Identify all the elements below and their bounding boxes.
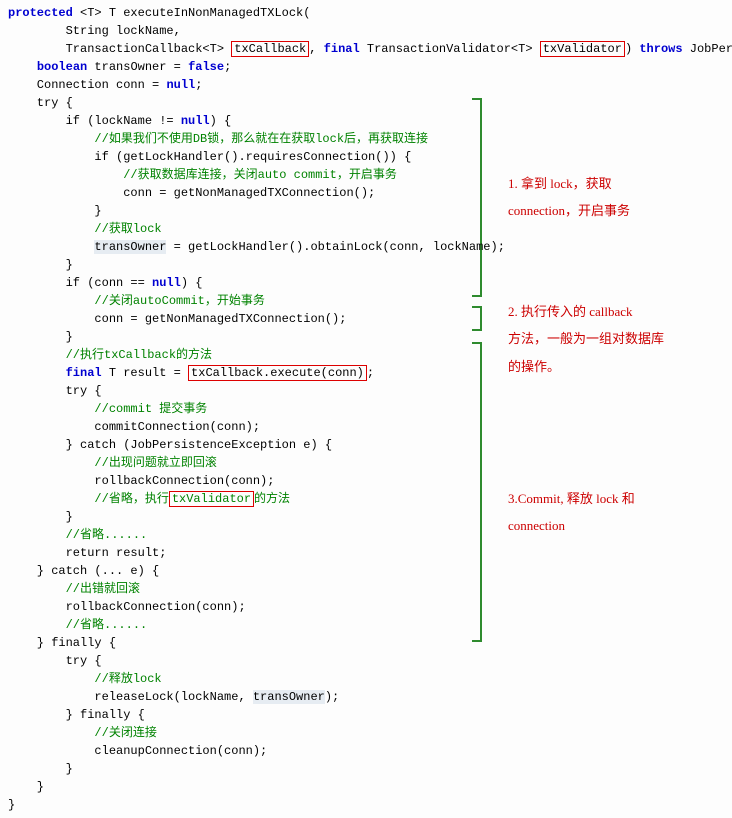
code-text: ) xyxy=(625,42,639,56)
code-text: rollbackConnection(conn); xyxy=(8,600,246,614)
annotation-step1: 1. 拿到 lock，获取 connection，开启事务 xyxy=(508,170,678,225)
comment: 的方法 xyxy=(254,492,290,506)
code-text: } xyxy=(8,258,73,272)
keyword-throws: throws xyxy=(639,42,682,56)
highlight-txvalidator-2: txValidator xyxy=(169,491,254,507)
highlight-txvalidator: txValidator xyxy=(540,41,625,57)
code-text: rollbackConnection(conn); xyxy=(8,474,274,488)
code-text: return result; xyxy=(8,546,166,560)
code-text: String lockName, xyxy=(8,24,181,38)
comment: //执行txCallback的方法 xyxy=(8,348,212,362)
code-text: T result = xyxy=(102,366,188,380)
code-block: protected <T> T executeInNonManagedTXLoc… xyxy=(8,4,724,814)
code-text: TransactionValidator<T> xyxy=(360,42,540,56)
code-text: if (getLockHandler().requiresConnection(… xyxy=(8,150,411,164)
code-text: JobPersistenceException { xyxy=(683,42,732,56)
code-text: ; xyxy=(195,78,202,92)
keyword-final: final xyxy=(66,366,102,380)
annotation-step2-l3: 的操作。 xyxy=(508,353,678,380)
code-text xyxy=(8,366,66,380)
annotation-step1-l1: 1. 拿到 lock，获取 xyxy=(508,170,678,197)
code-text: try { xyxy=(8,654,102,668)
code-text: ); xyxy=(325,690,339,704)
keyword-final: final xyxy=(324,42,360,56)
code-text xyxy=(8,240,94,254)
comment: //关闭autoCommit，开始事务 xyxy=(8,294,265,308)
annotation-step1-l2: connection，开启事务 xyxy=(508,197,678,224)
annotation-step3-l1: 3.Commit, 释放 lock 和 xyxy=(508,485,678,512)
code-text: ; xyxy=(224,60,231,74)
code-text: ; xyxy=(367,366,374,380)
annotation-step2-l2: 方法，一般为一组对数据库 xyxy=(508,325,678,352)
code-text: if (conn == xyxy=(8,276,152,290)
comment: //commit 提交事务 xyxy=(8,402,207,416)
comment: //关闭连接 xyxy=(8,726,157,740)
comment: //获取数据库连接，关闭auto commit，开启事务 xyxy=(8,168,397,182)
highlight-txcallback: txCallback xyxy=(231,41,309,57)
code-text: Connection conn = xyxy=(8,78,166,92)
highlight-execute-call: txCallback.execute(conn) xyxy=(188,365,367,381)
annotation-step3-l2: connection xyxy=(508,512,678,539)
code-text: , xyxy=(309,42,323,56)
code-text: ) { xyxy=(181,276,203,290)
comment: //省略，执行 xyxy=(8,492,169,506)
code-text: = getLockHandler().obtainLock(conn, lock… xyxy=(166,240,504,254)
code-text: } xyxy=(8,204,102,218)
keyword-null: null xyxy=(166,78,195,92)
comment: //出错就回滚 xyxy=(8,582,140,596)
comment: //出现问题就立即回滚 xyxy=(8,456,217,470)
annotation-step2: 2. 执行传入的 callback 方法，一般为一组对数据库 的操作。 xyxy=(508,298,678,380)
code-text: conn = getNonManagedTXConnection(); xyxy=(8,186,375,200)
code-text: } xyxy=(8,798,15,812)
comment: //获取lock xyxy=(8,222,162,236)
code-text: } xyxy=(8,510,73,524)
code-text: TransactionCallback<T> xyxy=(8,42,231,56)
keyword-protected: protected xyxy=(8,6,73,20)
code-text: <T> T executeInNonManagedTXLock( xyxy=(73,6,311,20)
code-text: } catch (JobPersistenceException e) { xyxy=(8,438,332,452)
code-text: } xyxy=(8,762,73,776)
comment: //释放lock xyxy=(8,672,162,686)
annotation-step2-l1: 2. 执行传入的 callback xyxy=(508,298,678,325)
code-text: try { xyxy=(8,384,102,398)
variable-transowner: transOwner xyxy=(94,240,166,254)
code-text: try { xyxy=(8,96,73,110)
code-text: conn = getNonManagedTXConnection(); xyxy=(8,312,346,326)
keyword-false: false xyxy=(188,60,224,74)
keyword-boolean: boolean xyxy=(37,60,87,74)
code-text: } xyxy=(8,780,44,794)
comment: //如果我们不使用DB锁，那么就在在获取lock后，再获取连接 xyxy=(8,132,428,146)
keyword-null: null xyxy=(181,114,210,128)
keyword-null: null xyxy=(152,276,181,290)
code-text: } finally { xyxy=(8,708,145,722)
code-text: } catch (... e) { xyxy=(8,564,159,578)
code-text: } xyxy=(8,330,73,344)
code-text xyxy=(8,60,37,74)
code-text: } finally { xyxy=(8,636,116,650)
comment: //省略...... xyxy=(8,618,147,632)
comment: //省略...... xyxy=(8,528,147,542)
annotation-step3: 3.Commit, 释放 lock 和 connection xyxy=(508,485,678,540)
variable-transowner: transOwner xyxy=(253,690,325,704)
code-text: commitConnection(conn); xyxy=(8,420,260,434)
code-text: cleanupConnection(conn); xyxy=(8,744,267,758)
code-text: releaseLock(lockName, xyxy=(8,690,253,704)
code-text: ) { xyxy=(210,114,232,128)
code-text: transOwner = xyxy=(87,60,188,74)
code-text: if (lockName != xyxy=(8,114,181,128)
